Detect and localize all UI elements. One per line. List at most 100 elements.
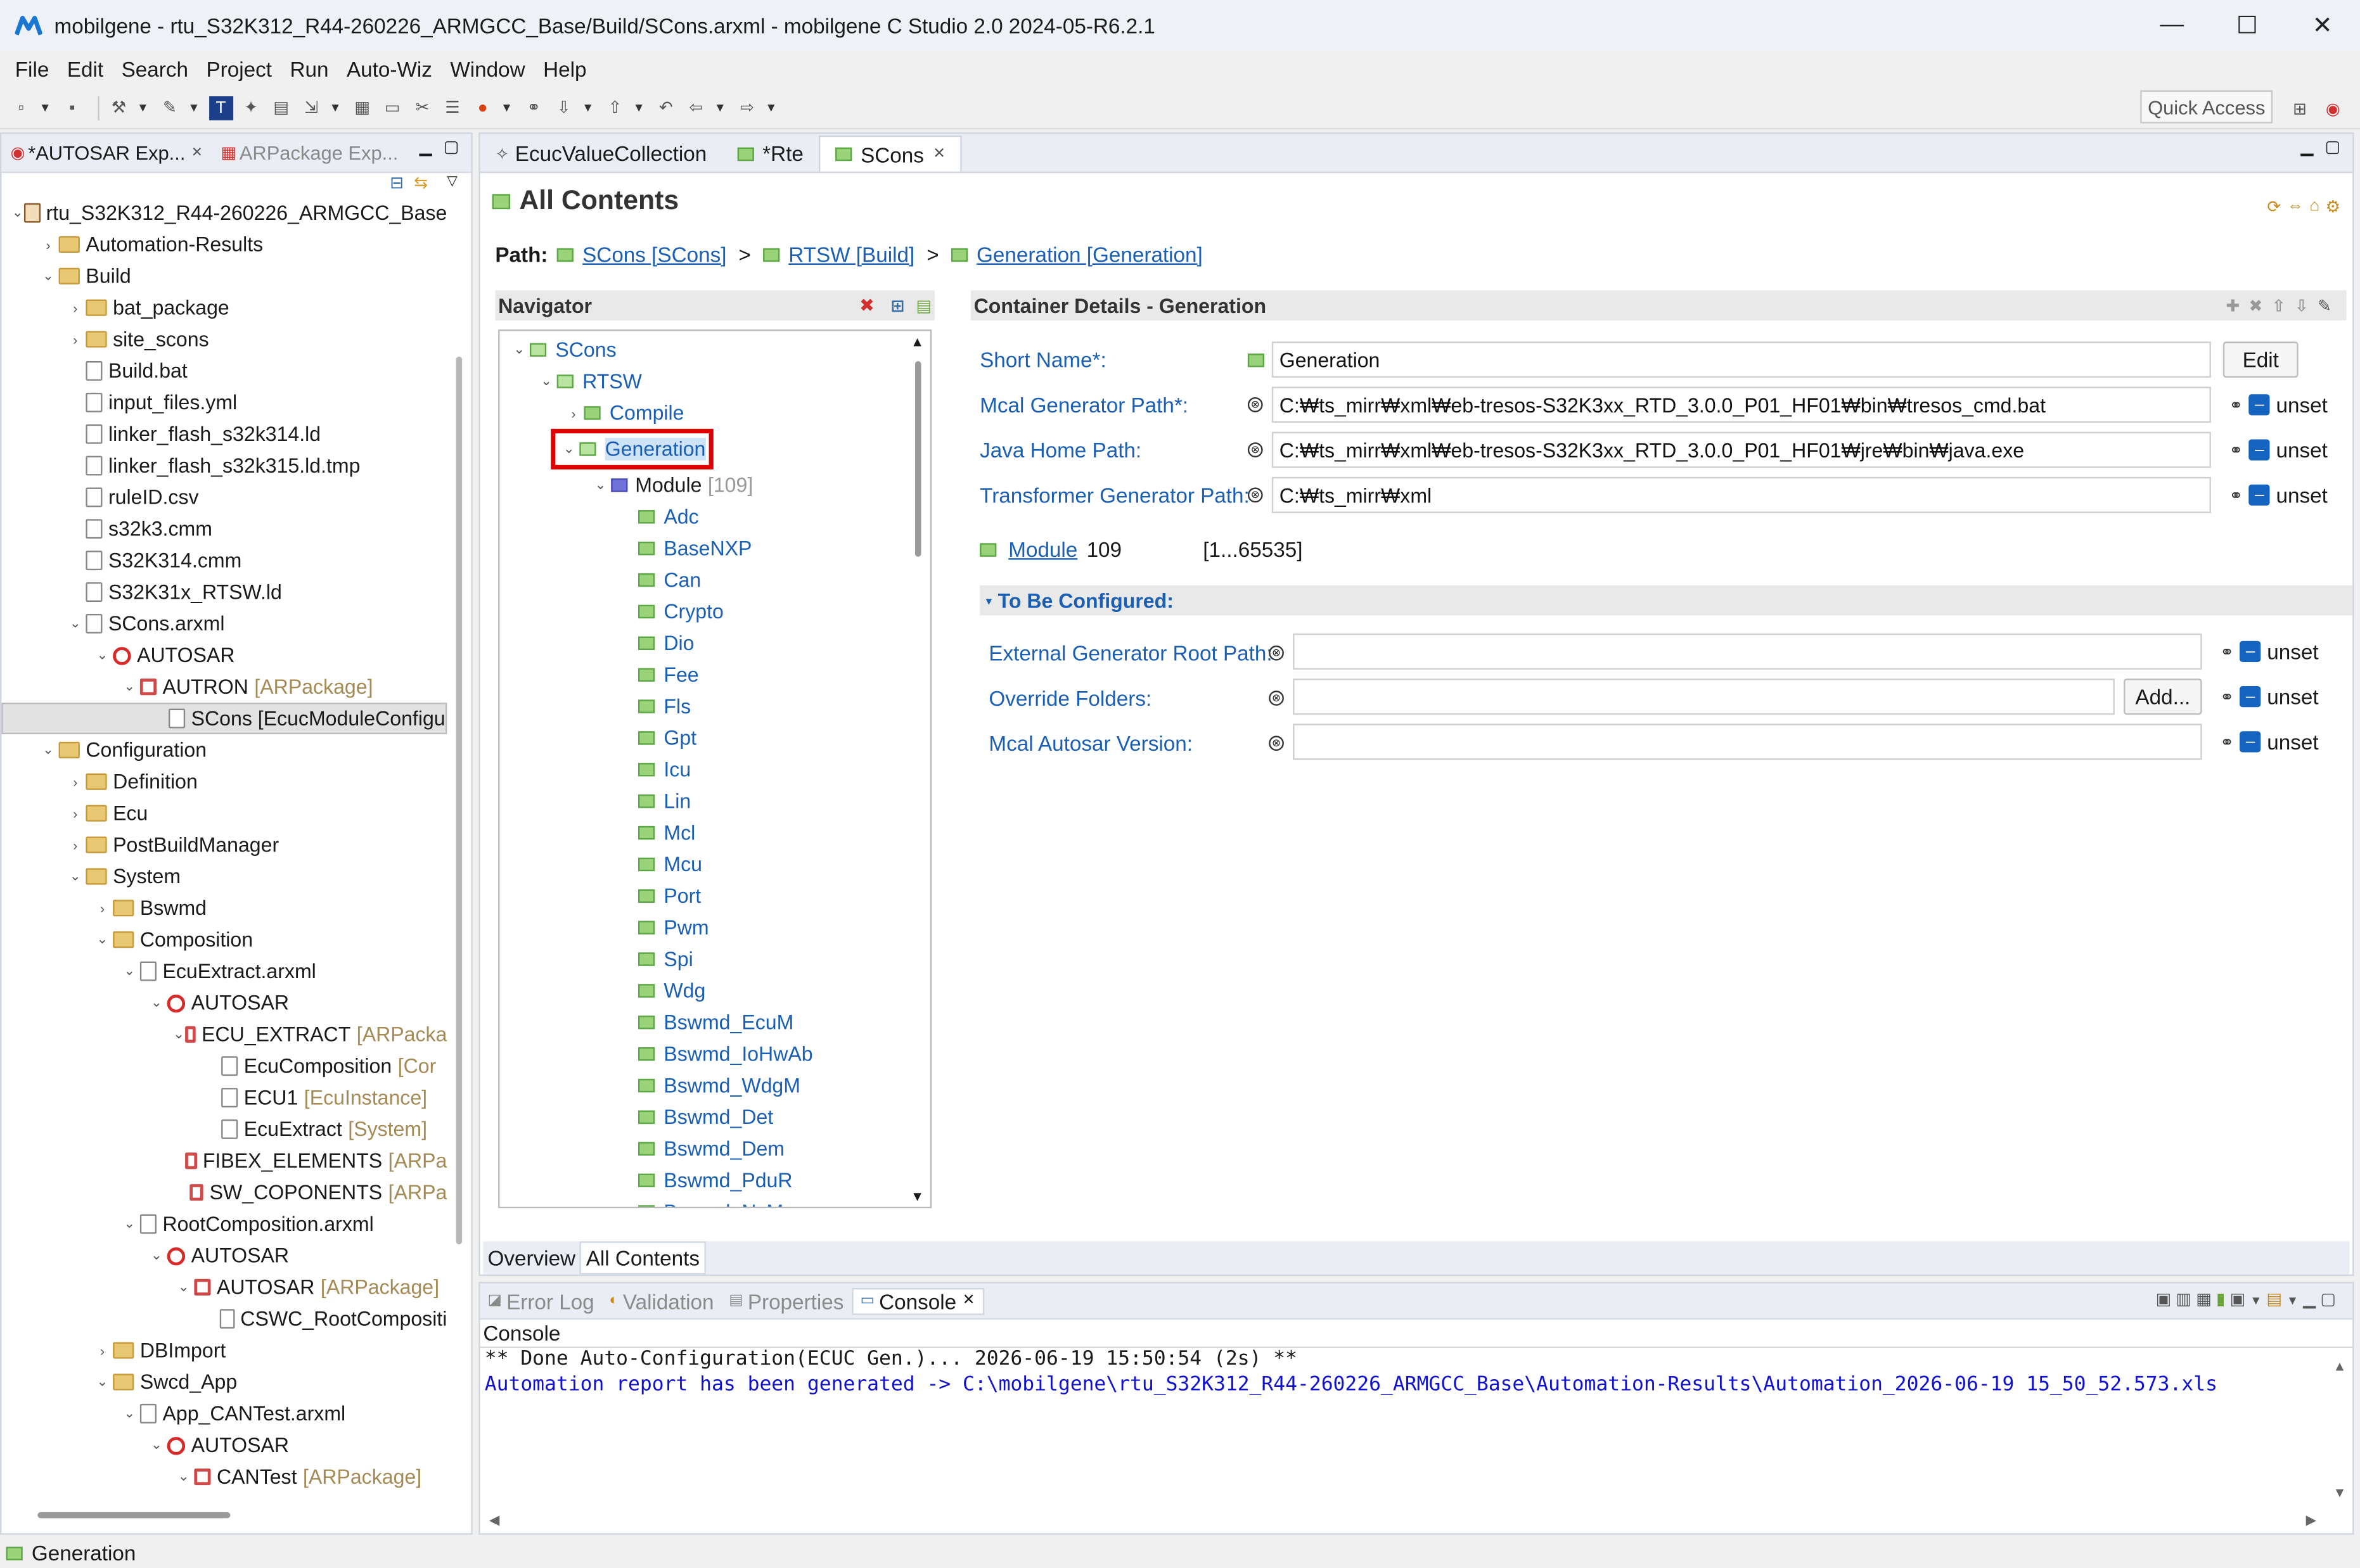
console-scroll-down-icon[interactable]: ▼ — [2333, 1485, 2346, 1500]
edit-button[interactable]: Edit — [2222, 341, 2299, 378]
tab-validation[interactable]: ◐ Validation — [602, 1289, 722, 1313]
tab-error-log[interactable]: ◪ Error Log — [480, 1289, 602, 1313]
tree-item[interactable]: ⌄ System — [1, 861, 447, 893]
new-console-icon[interactable]: ▤ — [2266, 1291, 2286, 1310]
minimize-button[interactable]: — — [2134, 0, 2210, 51]
navigator-item[interactable]: Port — [503, 880, 906, 912]
tree-item[interactable]: ⌄ App_CANTest.arxml — [1, 1398, 447, 1429]
expanded-icon[interactable]: ⌄ — [146, 995, 167, 1011]
to-be-configured-header[interactable]: ▾ To Be Configured: — [980, 585, 2353, 616]
tab-overview[interactable]: Overview — [483, 1241, 580, 1274]
new-console-dropdown-icon[interactable]: ▼ — [2286, 1294, 2303, 1308]
expanded-icon[interactable]: ⌄ — [173, 1279, 194, 1296]
navigator-item[interactable]: Dio — [503, 627, 906, 659]
mcal-generator-path-field[interactable]: C:₩ts_mirr₩xml₩eb-tresos-S32K3xx_RTD_3.0… — [1271, 386, 2211, 423]
expanded-icon[interactable]: ⌄ — [119, 1405, 140, 1422]
tree-item[interactable]: ⌄ SCons.arxml — [1, 608, 447, 640]
external-generator-unset[interactable]: ⚭ – unset — [2220, 639, 2318, 663]
menu-project[interactable]: Project — [197, 57, 281, 81]
scroll-lock-icon[interactable]: ▥ — [2176, 1291, 2196, 1310]
tree-item[interactable]: ⌄ AUTOSAR [ARPackage] — [1, 1272, 447, 1303]
build-dropdown-icon[interactable]: ▼ — [137, 101, 149, 114]
next-annotation-dropdown-icon[interactable]: ▼ — [582, 101, 594, 114]
link-icon[interactable]: ⚭ — [522, 96, 546, 120]
delete-icon[interactable]: ✖ — [2249, 297, 2272, 316]
move-up-icon[interactable]: ⇧ — [2272, 297, 2295, 316]
collapsed-icon[interactable]: › — [563, 405, 584, 421]
generation-highlight-box[interactable]: ⌄ Generation — [551, 428, 714, 469]
transformer-generator-unset[interactable]: ⚭ – unset — [2229, 483, 2327, 507]
expanded-icon[interactable]: ⌄ — [92, 647, 113, 663]
new-dropdown-icon[interactable]: ▼ — [39, 101, 51, 114]
display-console-icon[interactable]: ▣ — [2229, 1291, 2250, 1310]
build-icon[interactable]: ⚒ — [106, 96, 131, 120]
tree-item[interactable]: ⌄ CANTest [ARPackage] — [1, 1461, 447, 1493]
console-scroll-left-icon[interactable]: ◀ — [489, 1512, 499, 1529]
expanded-icon[interactable]: ⌄ — [173, 1026, 184, 1043]
type-icon[interactable]: T — [208, 95, 233, 120]
tree-item[interactable]: ⌄ Configuration — [1, 734, 447, 766]
prev-annotation-dropdown-icon[interactable]: ▼ — [633, 101, 645, 114]
expanded-icon[interactable]: ⌄ — [65, 868, 86, 884]
tree-item[interactable]: Build.bat — [1, 355, 447, 387]
expanded-icon[interactable]: ⌄ — [92, 931, 113, 948]
console-scroll-up-icon[interactable]: ▲ — [2333, 1359, 2346, 1374]
tree-item[interactable]: input_files.yml — [1, 386, 447, 418]
menu-search[interactable]: Search — [112, 57, 197, 81]
tree-item[interactable]: ⌄ AUTRON [ARPackage] — [1, 671, 447, 703]
console-scroll-right-icon[interactable]: ▶ — [2306, 1512, 2316, 1529]
explorer-horizontal-scrollbar[interactable] — [37, 1512, 231, 1519]
minimize-console-icon[interactable]: ▁ — [2303, 1291, 2320, 1310]
crumb-scons[interactable]: SCons [SCons] — [582, 242, 726, 266]
tree-item[interactable]: SCons [EcucModuleConfigu — [1, 703, 447, 734]
navigator-item[interactable]: Crypto — [503, 596, 906, 628]
collapsed-icon[interactable]: › — [92, 1343, 113, 1358]
tree-item[interactable]: › bat_package — [1, 292, 447, 324]
minimize-editor-icon[interactable]: ▁ — [2300, 137, 2313, 157]
java-home-path-field[interactable]: C:₩ts_mirr₩xml₩eb-tresos-S32K3xx_RTD_3.0… — [1271, 431, 2211, 468]
import-icon[interactable]: ⇲ — [299, 96, 323, 120]
maximize-editor-icon[interactable]: ▢ — [2325, 137, 2340, 157]
external-generator-root-path-field[interactable] — [1293, 633, 2202, 670]
tree-item[interactable]: linker_flash_s32k314.ld — [1, 418, 447, 450]
add-folder-button[interactable]: Add... — [2124, 679, 2202, 715]
last-edit-icon[interactable]: ↶ — [654, 96, 678, 120]
expanded-icon[interactable]: ⌄ — [173, 1469, 194, 1485]
override-folders-field[interactable] — [1293, 679, 2115, 715]
mcal-generator-unset[interactable]: ⚭ – unset — [2229, 393, 2327, 417]
navigator-item[interactable]: ⌄ SCons — [503, 334, 906, 366]
tree-item[interactable]: CSWC_RootCompositi — [1, 1303, 447, 1335]
collapsed-icon[interactable]: › — [37, 237, 58, 252]
expanded-icon[interactable]: ⌄ — [590, 477, 611, 494]
expanded-icon[interactable]: ⌄ — [11, 205, 25, 221]
tab-scons[interactable]: SCons ✕ — [818, 135, 963, 172]
tree-item[interactable]: ⌄ AUTOSAR — [1, 987, 447, 1019]
tree-item[interactable]: FIBEX_ELEMENTS [ARPa — [1, 1145, 447, 1176]
expanded-icon[interactable]: ⌄ — [37, 742, 58, 758]
box-icon[interactable]: ▭ — [380, 96, 404, 120]
display-dropdown-icon[interactable]: ▼ — [2250, 1294, 2266, 1308]
tree-item[interactable]: S32K314.cmm — [1, 545, 447, 577]
expanded-icon[interactable]: ⌄ — [146, 1247, 167, 1264]
tree-item[interactable]: EcuExtract [System] — [1, 1114, 447, 1145]
tree-item[interactable]: › site_scons — [1, 324, 447, 355]
refresh-icon[interactable]: ⟳ — [2267, 197, 2281, 217]
close-tab-icon[interactable]: ✕ — [191, 144, 203, 161]
mcal-autosar-version-field[interactable] — [1293, 723, 2202, 760]
menu-auto-wiz[interactable]: Auto-Wiz — [338, 57, 441, 81]
navigator-item[interactable]: BaseNXP — [503, 533, 906, 564]
home-icon[interactable]: ⌂ — [2309, 197, 2319, 217]
back-icon[interactable]: ⇦ — [684, 96, 708, 120]
tree-item[interactable]: ⌄ RootComposition.arxml — [1, 1208, 447, 1240]
tree-item[interactable]: › DBImport — [1, 1335, 447, 1367]
navigator-item[interactable]: Bswmd_IoHwAb — [503, 1038, 906, 1070]
navigator-item[interactable]: Mcu — [503, 849, 906, 881]
expanded-icon[interactable]: ⌄ — [509, 341, 530, 358]
link-with-editor-icon[interactable]: ⇆ — [414, 173, 428, 193]
tab-all-contents[interactable]: All Contents — [580, 1241, 706, 1275]
menu-window[interactable]: Window — [441, 57, 534, 81]
tree-item[interactable]: ⌄ EcuExtract.arxml — [1, 955, 447, 987]
collapsed-icon[interactable]: › — [65, 838, 86, 853]
collapsed-icon[interactable]: › — [65, 774, 86, 789]
navigator-item[interactable]: Bswmd_Det — [503, 1102, 906, 1133]
